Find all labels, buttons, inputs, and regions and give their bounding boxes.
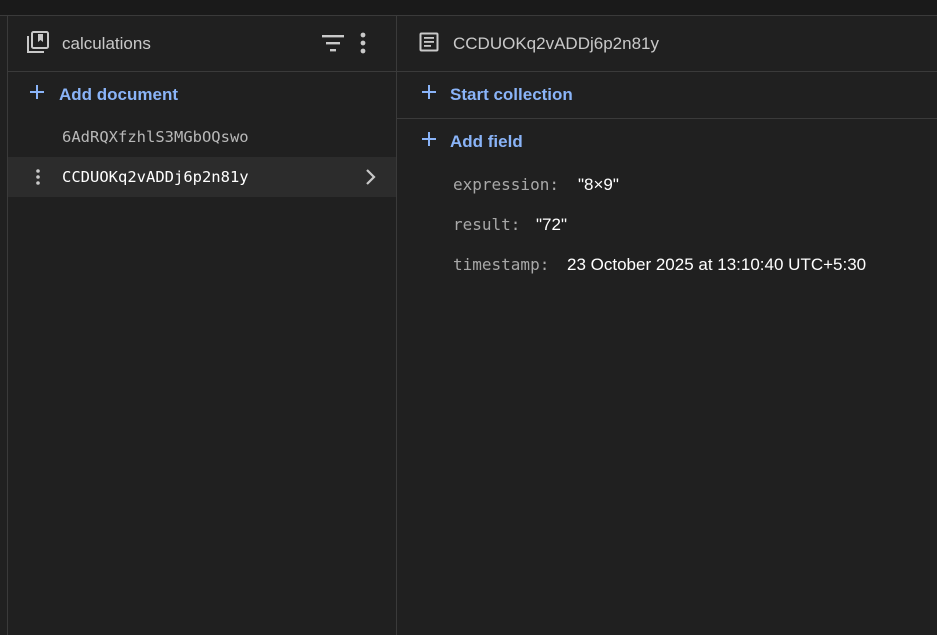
document-id: 6AdRQXfzhlS3MGbOQswo: [62, 128, 249, 146]
document-title: CCDUOKq2vADDj6p2n81y: [453, 34, 659, 53]
field-key: result:: [453, 215, 521, 234]
document-id: CCDUOKq2vADDj6p2n81y: [62, 168, 249, 186]
document-list-item[interactable]: 6AdRQXfzhlS3MGbOQswo: [8, 117, 396, 157]
plus-icon: [29, 84, 45, 105]
field-key: expression:: [453, 175, 559, 194]
collection-panel: calculations Add document 6AdRQXfzhlS3MG…: [8, 16, 397, 635]
document-panel: CCDUOKq2vADDj6p2n81y Start collection Ad…: [397, 16, 937, 635]
more-vert-icon[interactable]: [359, 31, 367, 60]
document-icon: [419, 32, 439, 57]
add-document-label: Add document: [59, 85, 178, 104]
filter-icon[interactable]: [321, 32, 345, 59]
root-panel-edge: [0, 16, 8, 635]
plus-icon: [421, 84, 437, 105]
add-field-button[interactable]: Add field: [397, 119, 937, 164]
plus-icon: [421, 131, 437, 152]
field-row[interactable]: timestamp: 23 October 2025 at 13:10:40 U…: [397, 244, 937, 284]
add-document-button[interactable]: Add document: [8, 72, 396, 117]
top-toolbar-strip: [0, 0, 937, 16]
field-value: "8×9": [578, 175, 619, 194]
more-vert-icon[interactable]: [35, 168, 41, 190]
start-collection-button[interactable]: Start collection: [397, 72, 937, 119]
field-key: timestamp:: [453, 255, 550, 274]
collection-title: calculations: [62, 34, 151, 53]
field-value: 23 October 2025 at 13:10:40 UTC+5:30: [567, 255, 867, 274]
start-collection-label: Start collection: [450, 85, 573, 104]
add-field-label: Add field: [450, 132, 523, 151]
collection-icon: [27, 31, 49, 58]
document-header: CCDUOKq2vADDj6p2n81y: [397, 16, 937, 72]
field-row[interactable]: expression: "8×9": [397, 164, 937, 204]
chevron-right-icon: [364, 168, 376, 190]
collection-header: calculations: [8, 16, 396, 72]
document-list-item-selected[interactable]: CCDUOKq2vADDj6p2n81y: [8, 157, 396, 197]
field-value: "72": [536, 215, 567, 234]
field-row[interactable]: result: "72": [397, 204, 937, 244]
